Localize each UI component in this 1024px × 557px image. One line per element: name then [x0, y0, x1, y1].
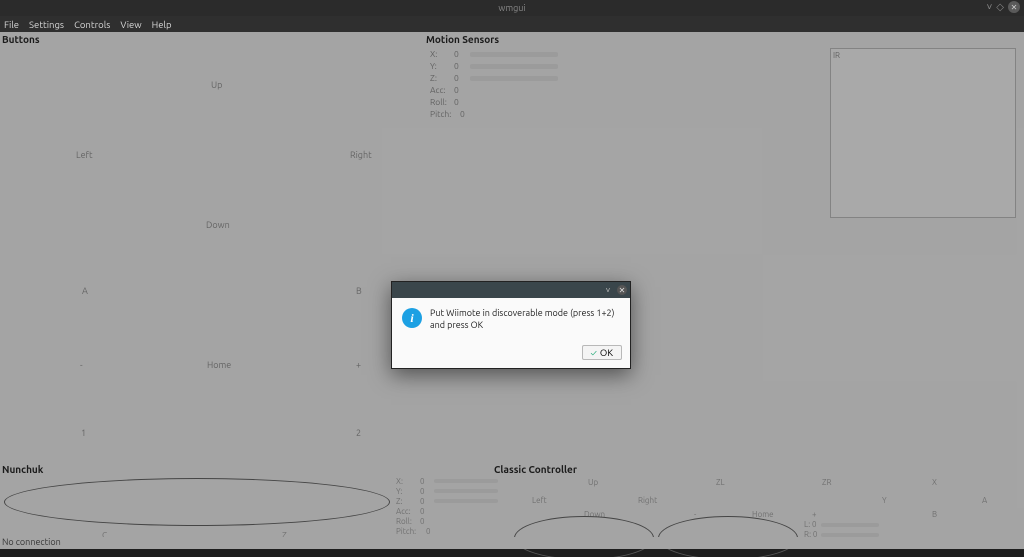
dialog-message: Put Wiimote in discoverable mode (press … [430, 308, 620, 331]
ok-label: OK [600, 347, 613, 358]
dialog: ˅ ✕ i Put Wiimote in discoverable mode (… [391, 281, 631, 369]
ok-button[interactable]: ✓ OK [582, 345, 622, 360]
menubar: File Settings Controls View Help [0, 16, 1024, 32]
maximize-icon[interactable]: ◇ [996, 1, 1004, 13]
menu-settings[interactable]: Settings [29, 19, 64, 30]
window-title: wmgui [498, 3, 525, 13]
close-icon[interactable]: ✕ [1008, 1, 1020, 13]
menu-help[interactable]: Help [152, 19, 172, 30]
dialog-close-icon[interactable]: ✕ [617, 285, 627, 295]
main-content: Buttons Up Left Right Down A B - Home + … [0, 32, 1024, 549]
dialog-titlebar: ˅ ✕ [392, 282, 630, 298]
dialog-minimize-icon[interactable]: ˅ [603, 285, 613, 295]
window-titlebar: wmgui ˅ ◇ ✕ [0, 0, 1024, 16]
menu-view[interactable]: View [120, 19, 141, 30]
menu-controls[interactable]: Controls [74, 19, 110, 30]
dialog-buttons: ✓ OK [392, 341, 630, 368]
info-icon: i [402, 308, 422, 328]
minimize-icon[interactable]: ˅ [986, 1, 992, 13]
check-icon: ✓ [591, 348, 597, 358]
dialog-body: i Put Wiimote in discoverable mode (pres… [392, 298, 630, 341]
menu-file[interactable]: File [4, 19, 19, 30]
window-controls: ˅ ◇ ✕ [986, 1, 1020, 13]
